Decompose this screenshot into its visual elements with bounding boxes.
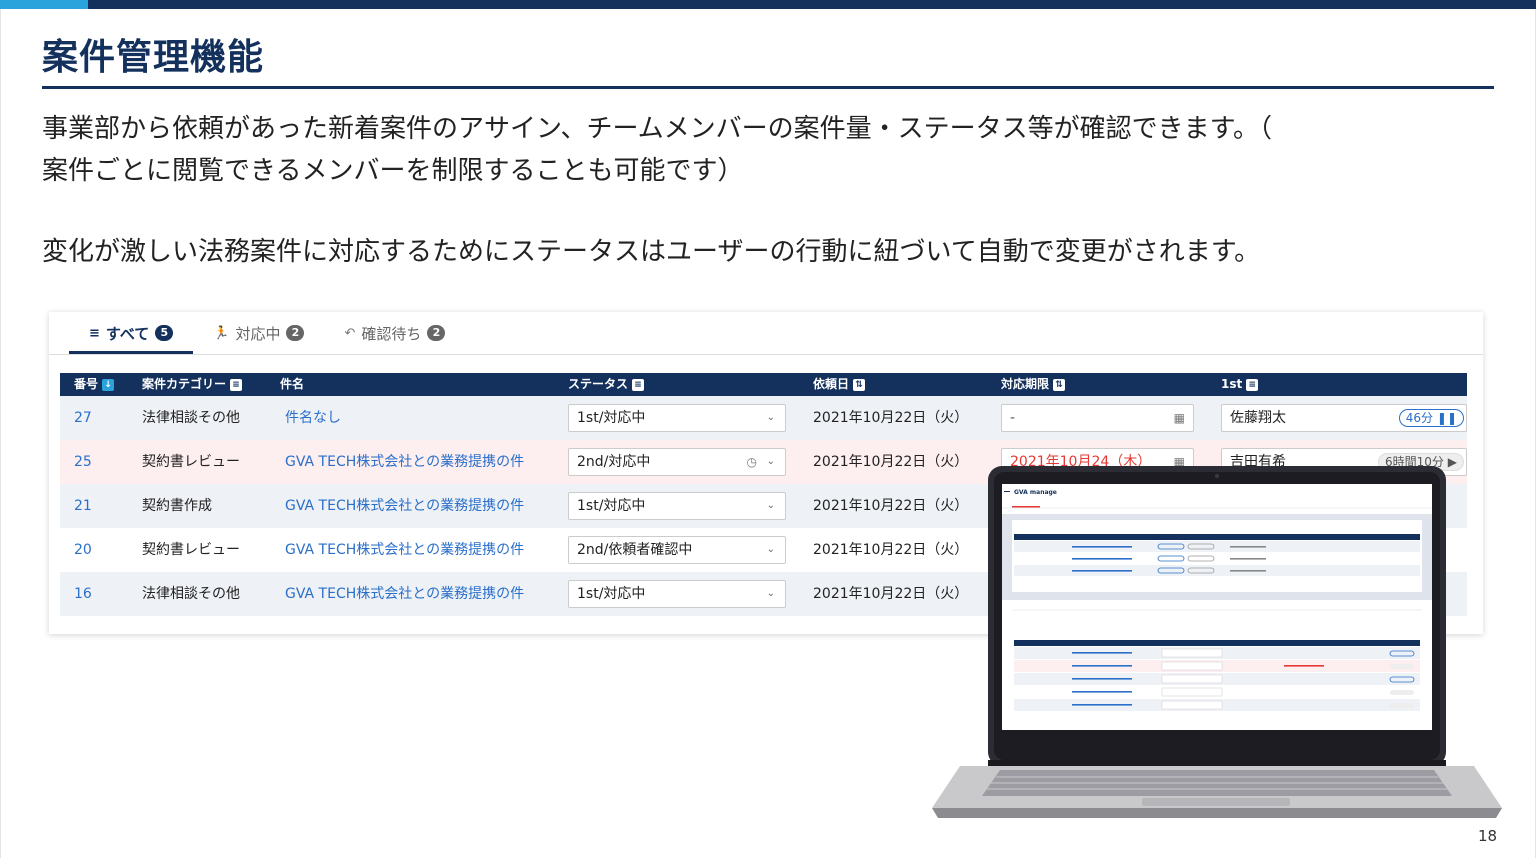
return-arrow-icon: ↶ (344, 325, 356, 341)
status-select[interactable]: 2nd/依頼者確認中 ⌄ (568, 536, 786, 564)
chevron-down-icon: ⌄ (766, 500, 775, 511)
col-status-label: ステータス (568, 377, 629, 391)
col-assignee-label: 1st (1221, 377, 1243, 391)
webcam-icon (1215, 474, 1219, 478)
status-select[interactable]: 1st/対応中 ⌄ (568, 404, 786, 432)
row-number[interactable]: 21 (74, 484, 92, 528)
chevron-down-icon: ⌄ (766, 456, 775, 467)
row-number[interactable]: 20 (74, 528, 92, 572)
col-category[interactable]: 案件カテゴリー ≡ (142, 373, 243, 396)
timer-running-badge[interactable]: 46分 ❚❚ (1398, 409, 1464, 427)
status-select-value: 1st/対応中 (577, 498, 646, 514)
row-number[interactable]: 16 (74, 572, 92, 616)
status-select-value: 2nd/対応中 (577, 454, 651, 470)
row-category: 法律相談その他 (142, 586, 240, 602)
status-select[interactable]: 1st/対応中 ⌄ (568, 492, 786, 520)
status-select[interactable]: 1st/対応中 ⌄ (568, 580, 786, 608)
row-category: 契約書作成 (142, 498, 212, 514)
filter-icon[interactable]: ≡ (230, 378, 243, 391)
status-select[interactable]: 2nd/対応中 ◷ ⌄ (568, 448, 786, 476)
paragraph1-line2: 案件ごとに閲覧できるメンバーを制限することも可能です） (42, 156, 744, 186)
status-select-value: 2nd/依頼者確認中 (577, 542, 693, 558)
screen-app-header (1002, 484, 1432, 498)
assignee-field[interactable]: 佐藤翔太 46分 ❚❚ (1221, 404, 1467, 432)
row-number[interactable]: 25 (74, 440, 92, 484)
row-category: 契約書レビュー (142, 454, 240, 470)
assignee-name: 佐藤翔太 (1230, 410, 1286, 426)
row-title-link[interactable]: GVA TECH株式会社との業務提携の件 (285, 528, 524, 572)
tab-awaiting-review-count: 2 (427, 325, 446, 341)
col-title-label: 件名 (280, 377, 305, 391)
col-title: 件名 (280, 373, 304, 396)
chevron-down-icon: ⌄ (766, 544, 775, 555)
tab-in-progress-count: 2 (286, 325, 305, 341)
row-category: 法律相談その他 (142, 410, 240, 426)
laptop-trackpad (1142, 798, 1290, 806)
chevron-down-icon: ⌄ (766, 588, 775, 599)
col-assignee[interactable]: 1st ≡ (1221, 373, 1259, 396)
col-deadline-label: 対応期限 (1001, 377, 1050, 391)
screen-app-name: GVA manage (1014, 489, 1057, 496)
tab-in-progress-label: 対応中 (235, 324, 281, 343)
status-select-value: 1st/対応中 (577, 586, 646, 602)
screen-mini-rows-bottom (1014, 647, 1420, 711)
tab-all-count: 5 (155, 325, 174, 341)
table-header: 番号 ↓ 案件カテゴリー ≡ 件名 ステータス ≡ 依頼日 ⇅ 対応期限 ⇅ 1… (60, 373, 1467, 396)
top-bar (0, 0, 1536, 9)
col-deadline[interactable]: 対応期限 ⇅ (1001, 373, 1066, 396)
tab-all-label: すべて (105, 324, 150, 343)
calendar-icon[interactable]: ▦ (1174, 405, 1185, 431)
deadline-input[interactable]: - ▦ (1001, 404, 1194, 432)
col-number-label: 番号 (74, 377, 99, 391)
row-request-date: 2021年10月22日（火） (813, 410, 969, 426)
clock-icon: ◷ (746, 455, 757, 469)
top-bar-accent (0, 0, 88, 9)
row-number[interactable]: 27 (74, 396, 92, 440)
tab-awaiting-review[interactable]: ↶ 確認待ち 2 (324, 312, 465, 354)
col-status[interactable]: ステータス ≡ (568, 373, 645, 396)
deadline-value: - (1010, 410, 1016, 426)
timer-value: 46分 (1405, 411, 1434, 425)
row-category: 契約書レビュー (142, 542, 240, 558)
paragraph2: 変化が激しい法務案件に対応するためにステータスはユーザーの行動に紐づいて自動で変… (42, 237, 1261, 267)
sort-down-icon[interactable]: ↓ (102, 378, 115, 391)
row-title-link[interactable]: GVA TECH株式会社との業務提携の件 (285, 484, 524, 528)
status-tabs: ≡ すべて 5 🏃 対応中 2 ↶ 確認待ち 2 (69, 312, 465, 354)
filter-icon[interactable]: ≡ (632, 378, 645, 391)
laptop-illustration: GVA manage (932, 466, 1502, 818)
running-person-icon: 🏃 (213, 325, 230, 341)
tab-in-progress[interactable]: 🏃 対応中 2 (193, 312, 324, 354)
filter-icon[interactable]: ≡ (1246, 378, 1259, 391)
screen-menu-icon (1004, 491, 1010, 492)
pause-icon: ❚❚ (1436, 411, 1457, 425)
tabs-divider (49, 354, 1483, 355)
row-title-link[interactable]: 件名なし (285, 396, 341, 440)
paragraph1-line1: 事業部から依頼があった新着案件のアサイン、チームメンバーの案件量・ステータス等が… (42, 114, 1273, 144)
page-number: 18 (1478, 827, 1498, 845)
table-row[interactable]: 27 法律相談その他 件名なし 1st/対応中 ⌄ 2021年10月22日（火）… (60, 396, 1467, 440)
tab-all[interactable]: ≡ すべて 5 (69, 312, 194, 354)
sort-icon[interactable]: ⇅ (1053, 378, 1066, 391)
col-category-label: 案件カテゴリー (142, 377, 227, 391)
title-rule (42, 86, 1494, 89)
status-select-value: 1st/対応中 (577, 410, 646, 426)
col-request-date-label: 依頼日 (813, 377, 850, 391)
col-number[interactable]: 番号 ↓ (74, 373, 115, 396)
row-title-link[interactable]: GVA TECH株式会社との業務提携の件 (285, 572, 524, 616)
list-icon: ≡ (89, 325, 100, 341)
chevron-down-icon: ⌄ (766, 412, 775, 423)
screen-mini-rows-top (1014, 541, 1420, 576)
col-request-date[interactable]: 依頼日 ⇅ (813, 373, 866, 396)
tab-awaiting-review-label: 確認待ち (361, 324, 422, 343)
slide-title: 案件管理機能 (42, 37, 265, 78)
sort-icon[interactable]: ⇅ (853, 378, 866, 391)
row-title-link[interactable]: GVA TECH株式会社との業務提携の件 (285, 440, 524, 484)
